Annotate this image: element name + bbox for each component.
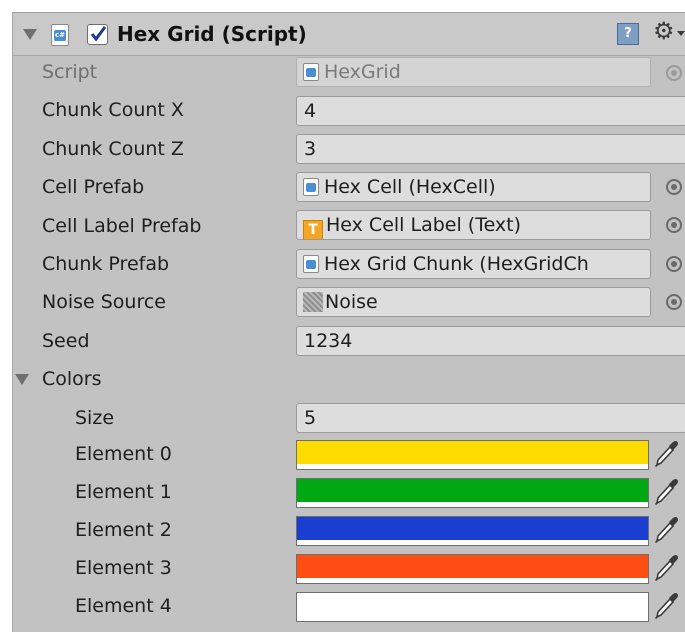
- cell-label-prefab-label: Cell Label Prefab: [42, 215, 202, 237]
- chunk-count-x-input[interactable]: 4: [296, 96, 685, 126]
- help-book-icon[interactable]: ?: [617, 23, 639, 45]
- csharp-script-icon: [303, 255, 319, 273]
- color-swatch: [297, 479, 648, 502]
- eyedropper-icon[interactable]: [654, 476, 680, 506]
- chunk-count-z-label: Chunk Count Z: [42, 138, 184, 160]
- color-field[interactable]: [296, 516, 649, 546]
- chunk-count-z-input[interactable]: 3: [296, 134, 685, 164]
- seed-input[interactable]: 1234: [296, 326, 685, 356]
- foldout-arrow-icon[interactable]: [23, 29, 37, 40]
- alpha-bar: [297, 465, 648, 469]
- gear-menu-caret-icon: [677, 31, 685, 36]
- cell-prefab-label: Cell Prefab: [42, 176, 145, 198]
- color-element-label: Element 3: [75, 557, 172, 579]
- color-swatch: [297, 441, 648, 464]
- alpha-bar: [297, 503, 648, 507]
- object-picker-icon[interactable]: [666, 294, 682, 310]
- noise-source-field[interactable]: Noise: [296, 287, 651, 317]
- cell-prefab-field[interactable]: Hex Cell (HexCell): [296, 172, 651, 202]
- script-label: Script: [42, 61, 98, 83]
- chunk-prefab-label: Chunk Prefab: [42, 253, 170, 275]
- alpha-bar: [297, 617, 648, 621]
- color-element-label: Element 0: [75, 443, 172, 465]
- checkmark-icon: [90, 26, 107, 42]
- csharp-script-icon: [303, 178, 319, 196]
- eyedropper-icon[interactable]: [654, 514, 680, 544]
- alpha-bar: [297, 579, 648, 583]
- inspector-panel: c# Hex Grid (Script) ? ⚙ Script HexGrid …: [12, 12, 685, 632]
- chunk-count-x-label: Chunk Count X: [42, 99, 184, 121]
- color-swatch: [297, 593, 648, 616]
- colors-foldout-label[interactable]: Colors: [42, 367, 102, 391]
- cell-prefab-value: Hex Cell (HexCell): [324, 176, 496, 198]
- noise-texture-icon: [303, 292, 323, 312]
- component-header[interactable]: c# Hex Grid (Script) ? ⚙: [13, 13, 685, 56]
- eyedropper-icon[interactable]: [654, 590, 680, 620]
- color-field[interactable]: [296, 440, 649, 470]
- object-picker-icon[interactable]: [666, 217, 682, 233]
- noise-source-label: Noise Source: [42, 291, 167, 313]
- text-component-icon: T: [303, 220, 323, 239]
- colors-foldout-arrow-icon[interactable]: [15, 374, 29, 385]
- chunk-prefab-value: Hex Grid Chunk (HexGridCh: [324, 253, 589, 275]
- eyedropper-icon[interactable]: [654, 552, 680, 582]
- object-picker-icon[interactable]: [666, 256, 682, 272]
- color-element-label: Element 4: [75, 595, 172, 617]
- cell-label-prefab-field[interactable]: T Hex Cell Label (Text): [296, 210, 651, 240]
- csharp-script-icon: c#: [51, 24, 69, 46]
- gear-icon[interactable]: ⚙: [653, 16, 675, 46]
- color-element-label: Element 2: [75, 519, 172, 541]
- noise-source-value: Noise: [325, 291, 378, 313]
- cell-label-prefab-value: Hex Cell Label (Text): [326, 214, 522, 236]
- color-field[interactable]: [296, 554, 649, 584]
- script-field-value: HexGrid: [324, 61, 401, 83]
- object-picker-icon[interactable]: [666, 179, 682, 195]
- object-picker-icon: [666, 65, 682, 81]
- color-swatch: [297, 517, 648, 540]
- seed-label: Seed: [42, 330, 90, 352]
- colors-size-label: Size: [75, 407, 115, 429]
- color-field[interactable]: [296, 592, 649, 622]
- color-swatch: [297, 555, 648, 578]
- component-title: Hex Grid (Script): [117, 22, 307, 46]
- eyedropper-icon[interactable]: [654, 438, 680, 468]
- color-field[interactable]: [296, 478, 649, 508]
- alpha-bar: [297, 541, 648, 545]
- color-element-label: Element 1: [75, 481, 172, 503]
- chunk-prefab-field[interactable]: Hex Grid Chunk (HexGridCh: [296, 249, 651, 279]
- colors-size-input[interactable]: 5: [296, 403, 685, 433]
- csharp-script-icon: [303, 63, 319, 81]
- enabled-checkbox[interactable]: [87, 24, 108, 45]
- script-field: HexGrid: [296, 57, 651, 87]
